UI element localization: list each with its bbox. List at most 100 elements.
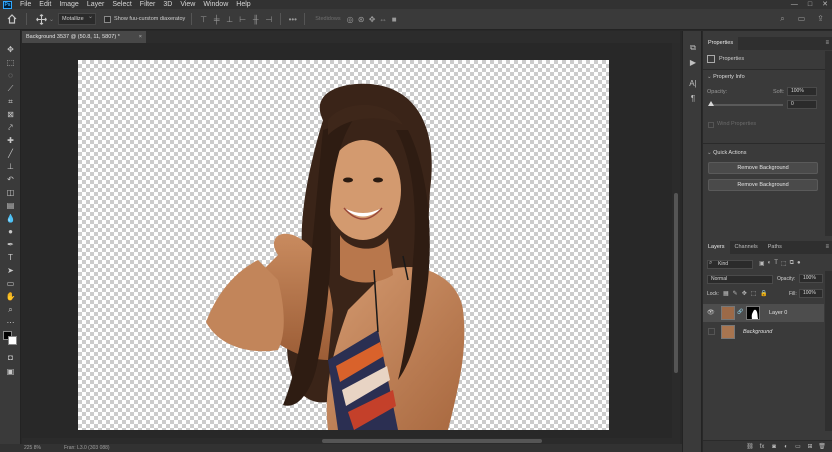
background-color-swatch[interactable] (8, 336, 17, 345)
more-tools-icon[interactable]: ⋯ (3, 317, 18, 329)
document-canvas[interactable] (78, 60, 609, 430)
wind-properties-checkbox[interactable] (708, 122, 714, 128)
menu-image[interactable]: Image (55, 0, 82, 9)
visibility-off-box[interactable] (708, 328, 715, 335)
lock-transparent-icon[interactable]: ▦ (723, 290, 729, 297)
adjustment-layer-icon[interactable]: ◐ (782, 443, 790, 451)
stamp-tool-icon[interactable]: ⊥ (3, 161, 18, 173)
more-options-icon[interactable]: ••• (287, 14, 298, 25)
move-tool-icon[interactable]: ✥ (3, 44, 18, 56)
link-layers-icon[interactable]: ⛓ (746, 443, 754, 451)
minimize-button[interactable]: — (791, 0, 798, 9)
layers-menu-icon[interactable]: ≡ (825, 241, 829, 254)
property-info-heading[interactable]: Property Info (707, 74, 745, 80)
delete-layer-icon[interactable]: 🗑 (818, 443, 826, 451)
align-left-icon[interactable]: ⊢ (237, 14, 248, 25)
lock-artboard-icon[interactable]: ⬚ (751, 290, 757, 297)
menu-edit[interactable]: Edit (35, 0, 55, 9)
screen-mode-icon[interactable]: ▣ (3, 366, 18, 378)
filter-kind-dropdown[interactable]: Kind (707, 260, 753, 269)
search-icon[interactable]: ⌕ (777, 13, 788, 24)
add-mask-icon[interactable]: ◙ (770, 443, 778, 451)
eyedropper-tool-icon[interactable]: ⤤ (3, 122, 18, 134)
pen-tool-icon[interactable]: ✒ (3, 239, 18, 251)
canvas-area[interactable] (22, 43, 680, 444)
menu-3d[interactable]: 3D (159, 0, 176, 9)
tab-paths[interactable]: Paths (763, 241, 787, 254)
align-right-icon[interactable]: ⊣ (263, 14, 274, 25)
hand-tool-icon[interactable]: ✋ (3, 291, 18, 303)
adjustment-filter-icon[interactable]: ◐ (768, 260, 772, 267)
tab-properties[interactable]: Properties (703, 37, 739, 50)
blur-tool-icon[interactable]: 💧 (3, 213, 18, 225)
blend-mode-dropdown[interactable]: Normal (707, 275, 773, 284)
history-brush-icon[interactable]: ↶ (3, 174, 18, 186)
mask-link-icon[interactable]: 🔗 (737, 309, 743, 315)
menu-filter[interactable]: Filter (136, 0, 160, 9)
lock-image-icon[interactable]: ✎ (733, 290, 738, 297)
menu-layer[interactable]: Layer (83, 0, 109, 9)
gradient-tool-icon[interactable]: ▤ (3, 200, 18, 212)
new-group-icon[interactable]: ▭ (794, 443, 802, 451)
quick-mask-icon[interactable]: ◘ (3, 352, 18, 364)
marquee-tool-icon[interactable]: ⬚ (3, 57, 18, 69)
menu-select[interactable]: Select (108, 0, 135, 9)
new-layer-icon[interactable]: ⊞ (806, 443, 814, 451)
paragraph-panel-icon[interactable]: ¶ (688, 94, 698, 104)
slider-knob[interactable] (708, 101, 714, 106)
filter-toggle-icon[interactable]: ● (797, 260, 801, 267)
tab-channels[interactable]: Channels (730, 241, 763, 254)
type-filter-icon[interactable]: T (774, 260, 778, 267)
remove-background-button-2[interactable]: Remove Background (708, 179, 818, 191)
quick-actions-heading[interactable]: Quick Actions (707, 150, 746, 156)
align-center-icon[interactable]: ╫ (250, 14, 261, 25)
quick-select-tool-icon[interactable]: ⟋ (3, 83, 18, 95)
play-actions-icon[interactable]: ▶ (688, 58, 698, 68)
menu-window[interactable]: Window (199, 0, 232, 9)
align-top-icon[interactable]: ⊤ (198, 14, 209, 25)
menu-view[interactable]: View (176, 0, 199, 9)
soft-input[interactable]: 100% (787, 87, 817, 96)
type-tool-icon[interactable]: T (3, 252, 18, 264)
smart-filter-icon[interactable]: ⧉ (790, 260, 794, 267)
menu-help[interactable]: Help (232, 0, 254, 9)
history-panel-icon[interactable]: ⧉ (688, 43, 698, 53)
home-icon[interactable] (4, 11, 20, 27)
vertical-scrollbar[interactable] (672, 43, 680, 444)
visibility-eye-icon[interactable]: 👁 (707, 309, 715, 317)
opacity-slider[interactable] (709, 104, 783, 106)
eraser-tool-icon[interactable]: ◫ (3, 187, 18, 199)
move-tool-icon[interactable] (33, 11, 49, 27)
fill-input[interactable]: 100% (799, 289, 823, 298)
layer-mask-thumbnail[interactable] (746, 306, 760, 320)
crop-tool-icon[interactable]: ⌗ (3, 96, 18, 108)
layer-row-layer-0[interactable]: 👁 🔗 Layer 0 (703, 304, 824, 322)
align-middle-icon[interactable]: ╪ (211, 14, 222, 25)
maximize-button[interactable]: □ (808, 0, 812, 9)
remove-background-button[interactable]: Remove Background (708, 162, 818, 174)
brush-tool-icon[interactable]: ╱ (3, 148, 18, 160)
menu-file[interactable]: File (16, 0, 35, 9)
share-icon[interactable]: ⇪ (815, 13, 826, 24)
layer-opacity-input[interactable]: 100% (799, 274, 823, 283)
path-select-icon[interactable]: ➤ (3, 265, 18, 277)
layer-name[interactable]: Background (743, 323, 772, 341)
document-tab[interactable]: Background 3537 @ (50.8, 11, 5807) * × (22, 31, 146, 43)
lock-all-icon[interactable]: 🔒 (760, 290, 767, 297)
workspace-icon[interactable]: ▭ (796, 13, 807, 24)
healing-brush-icon[interactable]: ✚ (3, 135, 18, 147)
shape-filter-icon[interactable]: ⬚ (781, 260, 787, 267)
auto-select-dropdown[interactable]: Motallize (58, 12, 97, 25)
slider-value-input[interactable]: 0 (787, 100, 817, 109)
show-transform-checkbox[interactable] (104, 15, 112, 23)
tab-layers[interactable]: Layers (703, 241, 730, 254)
panel-menu-icon[interactable]: ≡ (825, 37, 829, 50)
pixel-filter-icon[interactable]: ▣ (759, 260, 765, 267)
properties-scrollbar[interactable] (825, 51, 832, 236)
layers-scrollbar[interactable] (825, 271, 832, 431)
rectangle-tool-icon[interactable]: ▭ (3, 278, 18, 290)
layer-row-background[interactable]: Background (703, 323, 824, 341)
zoom-tool-icon[interactable]: ⌕ (3, 304, 18, 316)
dodge-tool-icon[interactable]: ● (3, 226, 18, 238)
character-panel-icon[interactable]: A| (688, 79, 698, 89)
